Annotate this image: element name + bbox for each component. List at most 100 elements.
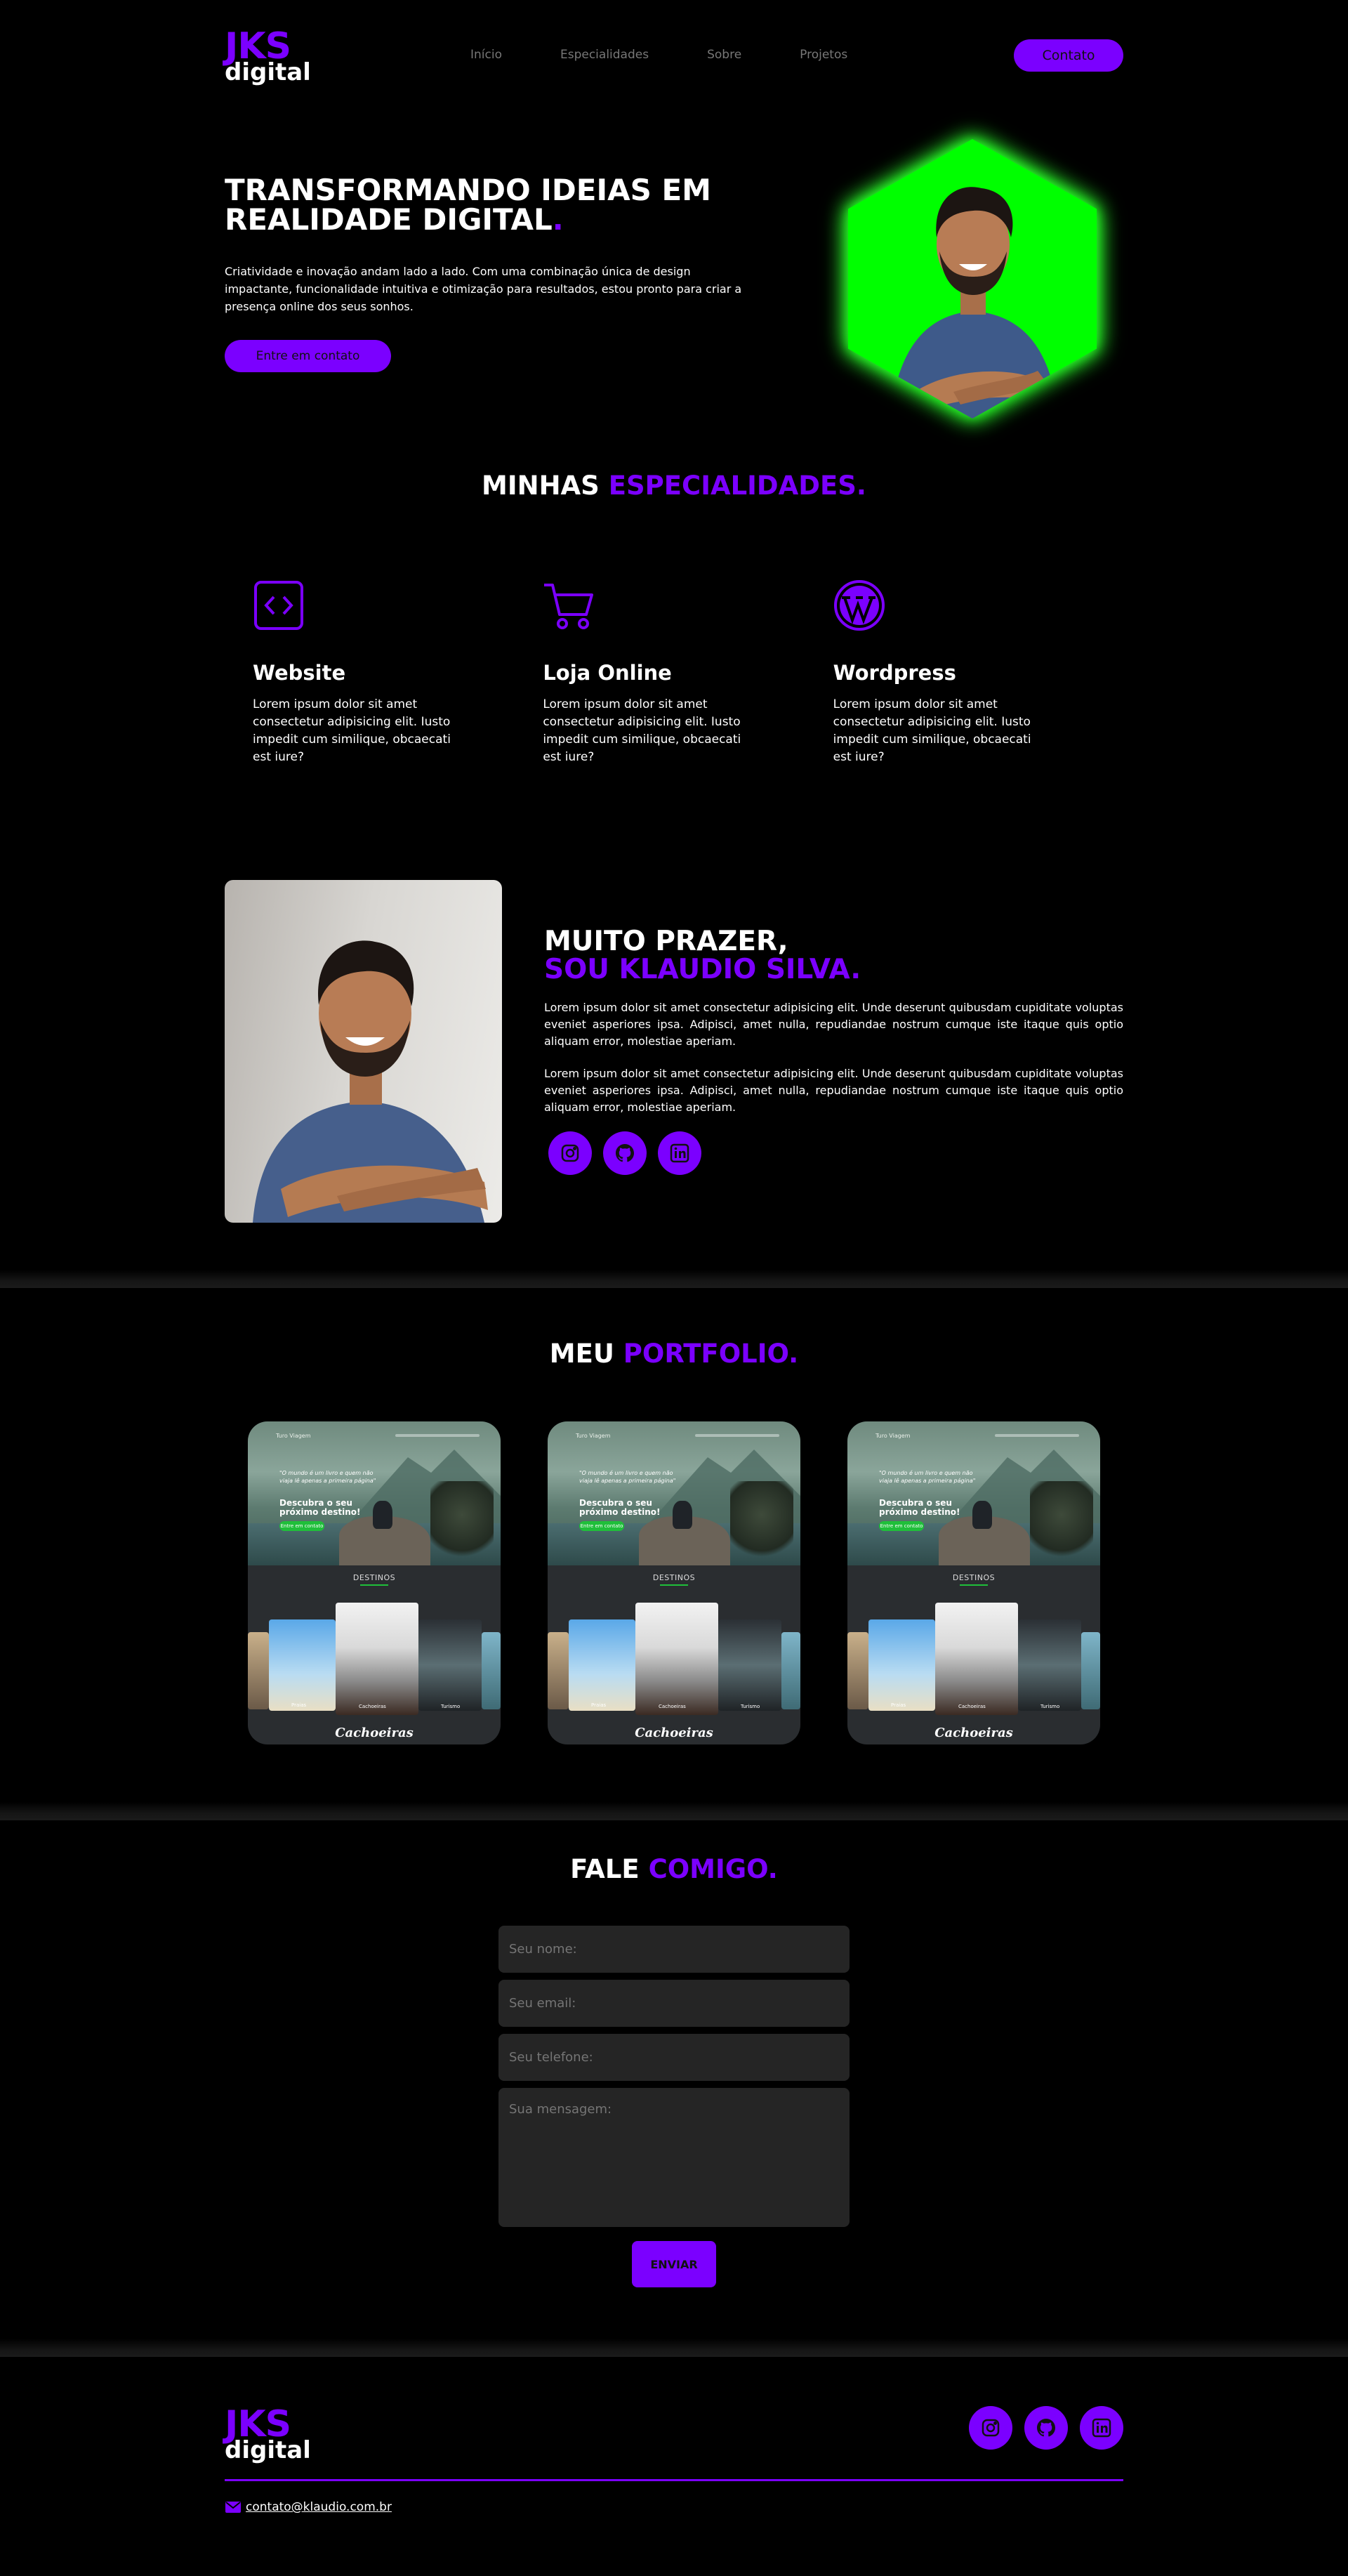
portfolio-label-turismo: Turismo (741, 1704, 760, 1709)
about-title: MUITO PRAZER, SOU KLAUDIO SILVA. (544, 928, 1123, 984)
contact-form: ENVIAR (498, 1926, 850, 2287)
message-field[interactable] (498, 2088, 850, 2227)
specialty-card-text: Lorem ipsum dolor sit amet consectetur a… (253, 697, 451, 764)
specialty-card-website: Website Lorem ipsum dolor sit amet conse… (253, 579, 543, 766)
specialty-card-text: Lorem ipsum dolor sit amet consectetur a… (833, 697, 1031, 764)
about-paragraph-2: Lorem ipsum dolor sit amet consectetur a… (544, 1067, 1123, 1114)
section-divider (0, 1270, 1348, 1288)
footer-logo[interactable]: JKS digital (225, 2406, 311, 2462)
github-button[interactable] (603, 1131, 647, 1175)
portfolio-caption: Cachoeiras (934, 1726, 1013, 1740)
footer-email: contato@klaudio.com.br (246, 2500, 392, 2514)
about-paragraph-1: Lorem ipsum dolor sit amet consectetur a… (544, 1001, 1123, 1048)
site-footer: JKS digital contato@klaudio.com.br (225, 2406, 1123, 2525)
footer-email-link[interactable]: contato@klaudio.com.br (225, 2500, 392, 2514)
portfolio-title-white: MEU (549, 1339, 614, 1369)
portfolio-label-cachoeiras: Cachoeiras (359, 1704, 386, 1709)
portfolio-headline: Descubra o seu próximo destino! (879, 1498, 960, 1517)
email-field[interactable] (498, 1980, 850, 2027)
nav-link-sobre[interactable]: Sobre (707, 48, 741, 62)
nav-link-especialidades[interactable]: Especialidades (560, 48, 649, 62)
linkedin-icon (1092, 2418, 1111, 2438)
section-divider (0, 1802, 1348, 1820)
about-content: MUITO PRAZER, SOU KLAUDIO SILVA. Lorem i… (544, 928, 1123, 1175)
portfolio-section-label: DESTINOS (652, 1573, 696, 1582)
portfolio-headline: Descubra o seu próximo destino! (579, 1498, 661, 1517)
contact-section: FALE COMIGO. ENVIAR (225, 1854, 1123, 2304)
specialty-card-wordpress: Wordpress Lorem ipsum dolor sit amet con… (833, 579, 1123, 766)
cart-icon (544, 584, 594, 629)
linkedin-icon (670, 1143, 689, 1163)
specialties-title-white: MINHAS (482, 471, 600, 501)
phone-field[interactable] (498, 2034, 850, 2081)
specialties-title: MINHAS ESPECIALIDADES. (225, 471, 1123, 501)
logo-digital: digital (225, 2436, 311, 2464)
portfolio-title: MEU PORTFOLIO. (225, 1339, 1123, 1369)
mail-icon (225, 2502, 241, 2513)
portfolio-title-purple: PORTFOLIO. (623, 1339, 799, 1369)
portfolio-card[interactable]: Turo Viagem "O mundo é um livro e quem n… (548, 1421, 800, 1744)
footer-divider (225, 2479, 1123, 2481)
about-title-line2: SOU KLAUDIO SILVA. (544, 954, 861, 985)
portfolio-cards: Turo Viagem "O mundo é um livro e quem n… (248, 1421, 1100, 1744)
portfolio-label-cachoeiras: Cachoeiras (659, 1704, 686, 1709)
specialties-title-purple: ESPECIALIDADES. (608, 471, 866, 501)
nav-link-projetos[interactable]: Projetos (800, 48, 847, 62)
portfolio-label-cachoeiras: Cachoeiras (958, 1704, 986, 1709)
person-photo (253, 940, 488, 1223)
instagram-icon (982, 2419, 1000, 2437)
logo-digital: digital (225, 58, 311, 86)
hero-section: TRANSFORMANDO IDEIAS EM REALIDADE DIGITA… (225, 139, 1123, 428)
send-button[interactable]: ENVIAR (632, 2241, 716, 2287)
person-photo (890, 187, 1059, 419)
portfolio-card[interactable]: Turo Viagem "O mundo é um livro e quem n… (248, 1421, 501, 1744)
contact-title-purple: COMIGO. (648, 1854, 778, 1884)
portfolio-cta: Entre em contato (279, 1521, 324, 1531)
instagram-icon (561, 1144, 579, 1162)
portfolio-cta: Entre em contato (879, 1521, 924, 1531)
hero-title-text: TRANSFORMANDO IDEIAS EM REALIDADE DIGITA… (225, 173, 711, 237)
github-icon (1037, 2419, 1055, 2437)
portfolio-caption: Cachoeiras (335, 1726, 414, 1740)
about-section: MUITO PRAZER, SOU KLAUDIO SILVA. Lorem i… (225, 880, 1123, 1223)
github-icon (616, 1144, 634, 1162)
wordpress-icon (833, 580, 885, 631)
github-button[interactable] (1024, 2406, 1068, 2450)
contact-title-white: FALE (570, 1854, 640, 1884)
portfolio-label-praias: Praias (291, 1702, 307, 1708)
portfolio-section-label: DESTINOS (352, 1573, 396, 1582)
hero-title-dot: . (552, 202, 564, 237)
portfolio-section-label: DESTINOS (952, 1573, 996, 1582)
specialty-card-title: Wordpress (833, 661, 956, 685)
portfolio-card[interactable]: Turo Viagem "O mundo é um livro e quem n… (847, 1421, 1100, 1744)
contact-button[interactable]: Contato (1014, 39, 1123, 72)
portfolio-headline: Descubra o seu próximo destino! (279, 1498, 361, 1517)
logo[interactable]: JKS digital (225, 28, 311, 84)
instagram-button[interactable] (548, 1131, 592, 1175)
code-icon (254, 581, 303, 630)
main-nav: Início Especialidades Sobre Projetos (470, 48, 906, 62)
nav-link-inicio[interactable]: Início (470, 48, 502, 62)
portfolio-quote: "O mundo é um livro e quem não viaja lê … (279, 1470, 376, 1484)
portfolio-quote: "O mundo é um livro e quem não viaja lê … (879, 1470, 976, 1484)
portfolio-label-turismo: Turismo (441, 1704, 461, 1709)
portfolio-section: MEU PORTFOLIO. Turo Viagem "O mundo é um… (225, 1339, 1123, 1746)
instagram-button[interactable] (969, 2406, 1012, 2450)
footer-socials (969, 2406, 1123, 2450)
portfolio-site-name: Turo Viagem (875, 1433, 911, 1439)
specialty-card-title: Website (253, 661, 346, 685)
hero-contact-button[interactable]: Entre em contato (225, 340, 391, 372)
specialty-card-title: Loja Online (543, 661, 672, 685)
linkedin-button[interactable] (1080, 2406, 1123, 2450)
portfolio-caption: Cachoeiras (635, 1726, 713, 1740)
linkedin-button[interactable] (658, 1131, 701, 1175)
portfolio-quote: "O mundo é um livro e quem não viaja lê … (579, 1470, 676, 1484)
name-field[interactable] (498, 1926, 850, 1973)
portfolio-label-praias: Praias (891, 1702, 906, 1708)
site-header: JKS digital Início Especialidades Sobre … (225, 28, 1123, 84)
portfolio-cta: Entre em contato (579, 1521, 624, 1531)
specialty-card-loja-online: Loja Online Lorem ipsum dolor sit amet c… (543, 579, 833, 766)
portfolio-label-praias: Praias (591, 1702, 607, 1708)
about-title-line1: MUITO PRAZER, (544, 926, 788, 957)
about-socials (548, 1131, 1123, 1175)
